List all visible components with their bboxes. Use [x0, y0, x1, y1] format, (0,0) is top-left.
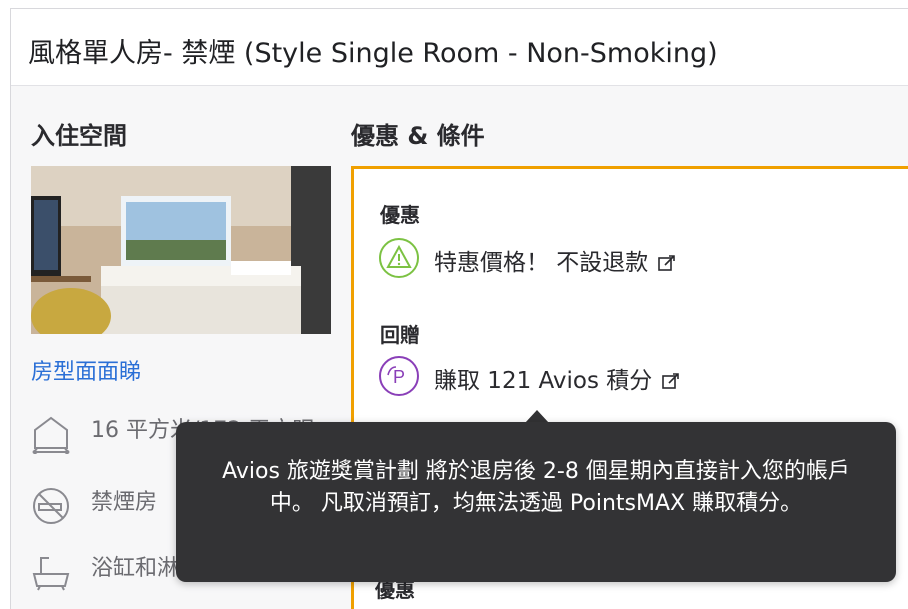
no-smoking-icon — [31, 486, 71, 526]
avios-points-icon: P — [378, 355, 420, 397]
reward-label: 回贈 — [380, 323, 420, 347]
section-heading-offers: 優惠 & 條件 — [351, 122, 485, 150]
room-title: 風格單人房- 禁煙 (Style Single Room - Non-Smoki… — [28, 38, 718, 69]
room-photo[interactable] — [31, 166, 331, 334]
external-link-icon[interactable] — [658, 252, 676, 271]
warning-icon — [378, 237, 420, 279]
offer-label: 優惠 — [380, 203, 420, 227]
avios-tooltip: Avios 旅遊獎賞計劃 將於退房後 2-8 個星期內直接計入您的帳戶中。 凡取… — [176, 422, 896, 582]
room-details-link[interactable]: 房型面面睇 — [31, 354, 141, 386]
reward-text: 賺取 121 Avios 積分 — [434, 368, 653, 394]
feature-non-smoking-text: 禁煙房 — [91, 490, 158, 515]
room-photo-image — [31, 166, 331, 334]
bathtub-icon — [31, 552, 71, 592]
svg-text:P: P — [393, 367, 405, 387]
tooltip-text: Avios 旅遊獎賞計劃 將於退房後 2-8 個星期內直接計入您的帳戶中。 凡取… — [222, 459, 850, 516]
section-heading-space: 入住空間 — [31, 122, 127, 150]
house-size-icon — [31, 414, 71, 456]
external-link-icon[interactable] — [662, 370, 680, 389]
offer-text: 特惠價格！ 不設退款 — [434, 250, 649, 276]
